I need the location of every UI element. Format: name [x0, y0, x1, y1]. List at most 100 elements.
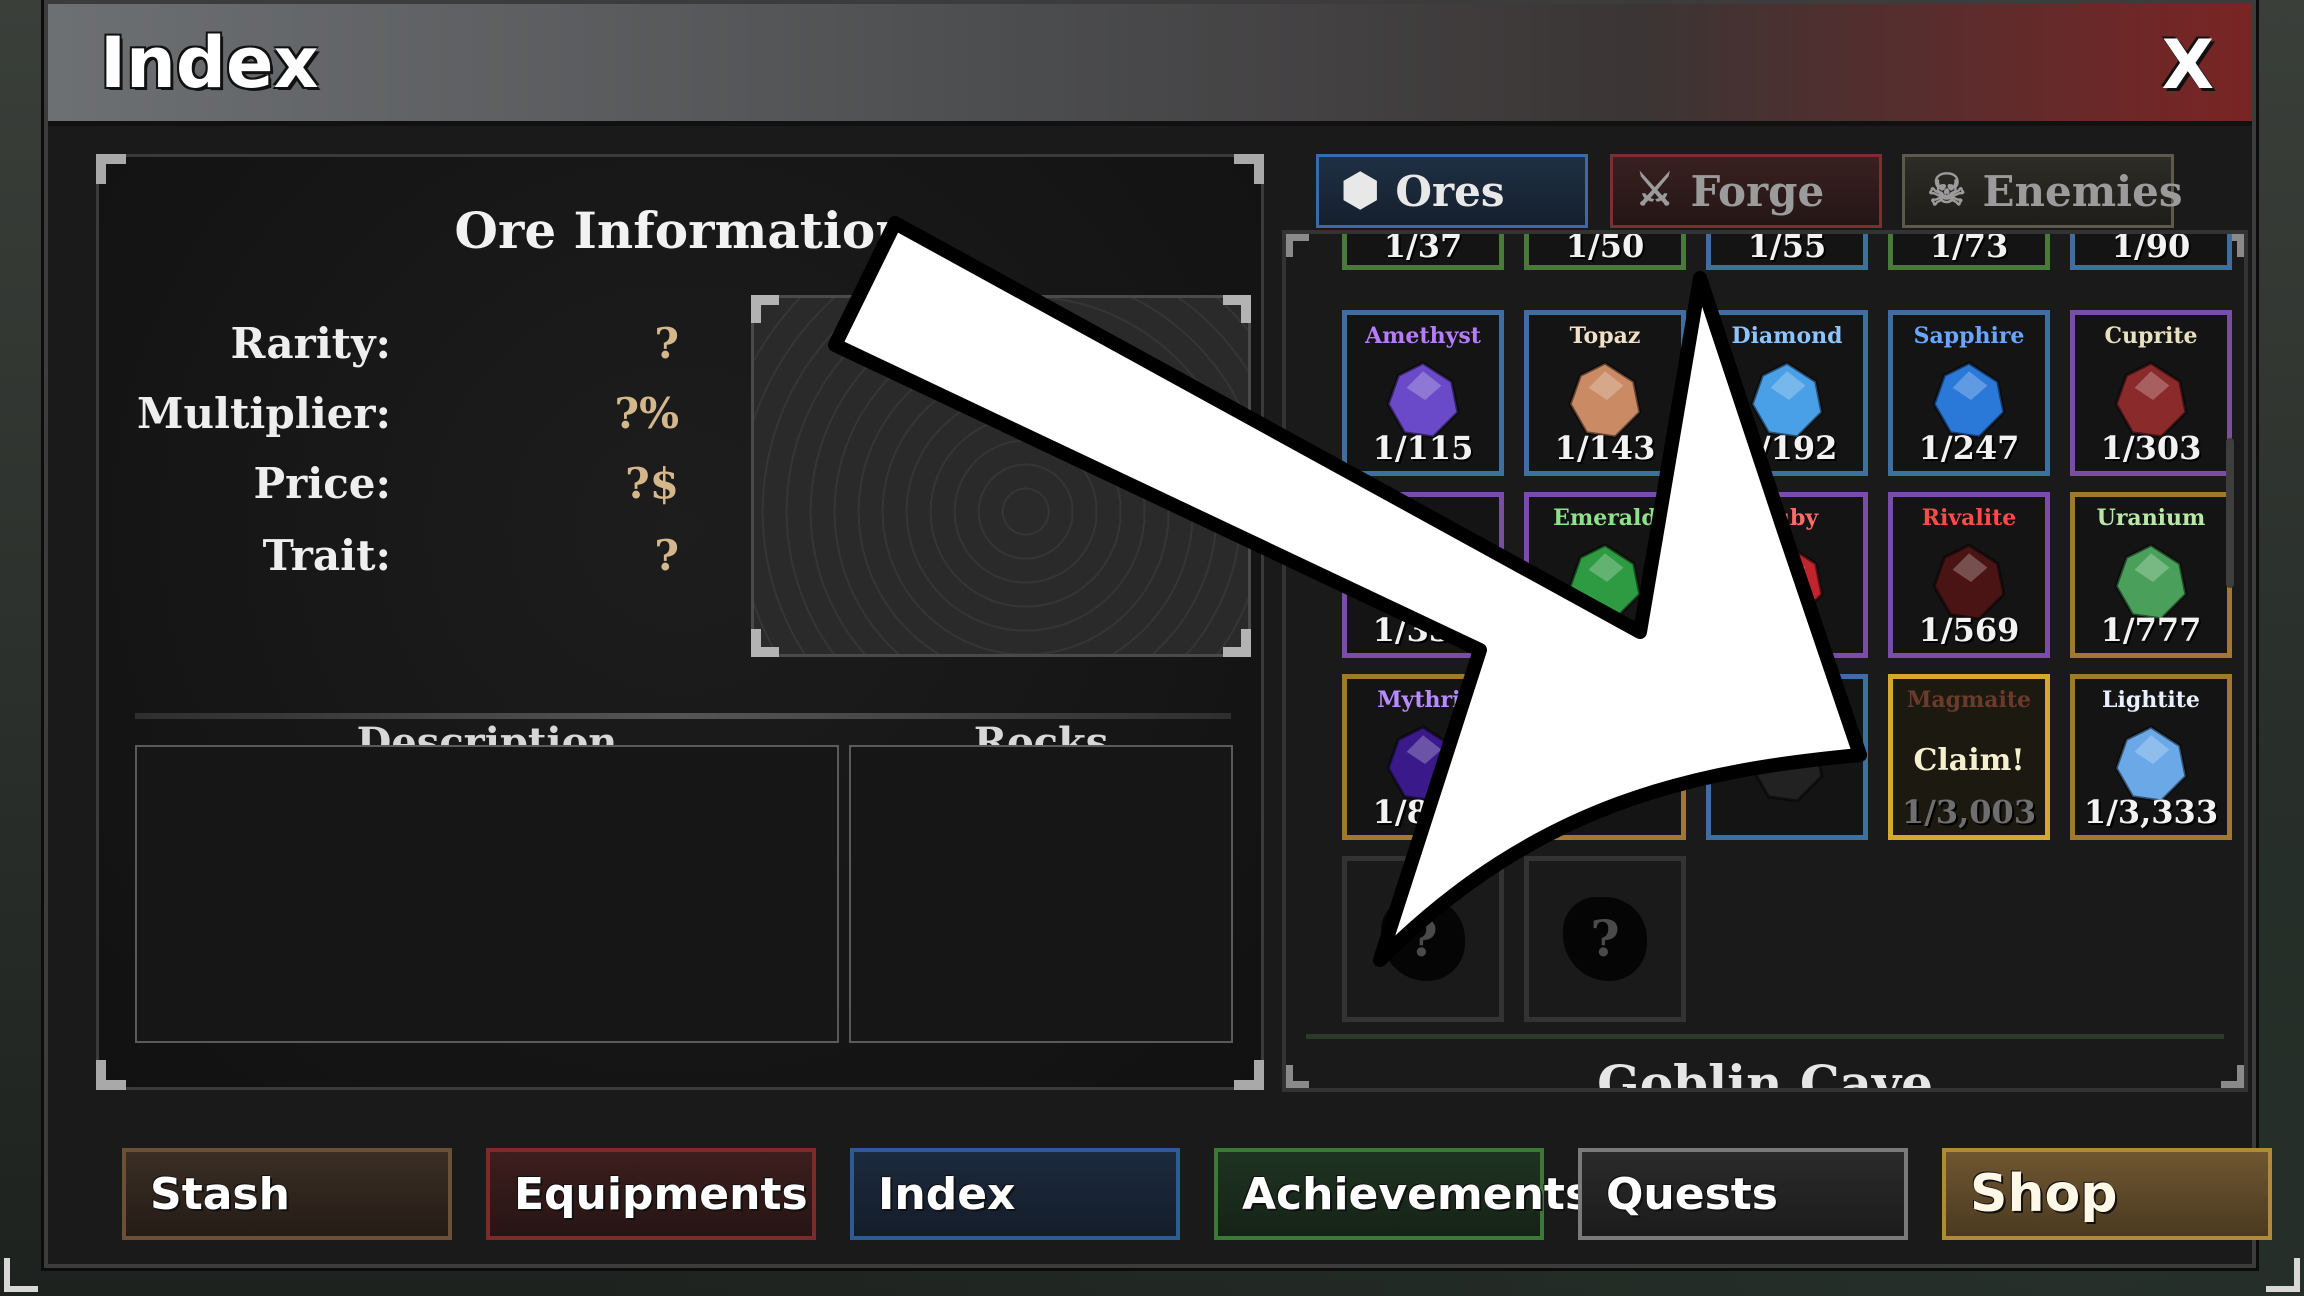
ore-gem-icon	[1568, 543, 1642, 621]
index-button[interactable]: Index	[850, 1148, 1180, 1240]
panel-corner	[96, 1060, 126, 1090]
tab-ores-label: Ores	[1395, 166, 1505, 216]
panel-corner	[1234, 1060, 1264, 1090]
equipments-button[interactable]: Equipments	[486, 1148, 816, 1240]
ore-preview	[751, 295, 1251, 657]
ore-cell[interactable]: Uranium 1/777	[2070, 492, 2232, 658]
ore-name: Eye	[1583, 687, 1627, 713]
ore-cell[interactable]: Mythril 1/813	[1342, 674, 1504, 840]
ore-icon: ⬢	[1341, 165, 1380, 216]
ore-name: Diamond	[1731, 323, 1843, 349]
stash-button[interactable]: Stash	[122, 1148, 452, 1240]
unknown-ore-icon: ?	[1563, 897, 1647, 981]
tab-enemies-label: Enemies	[1982, 166, 2183, 216]
ore-cell[interactable]: Magmaite Claim! 1/3,003	[1888, 674, 2050, 840]
ore-odds: 1/192	[1736, 429, 1838, 467]
ore-odds: 1/90	[2111, 230, 2191, 265]
preview-corner	[751, 629, 779, 657]
tab-forge[interactable]: ⚔ Forge	[1610, 154, 1882, 228]
ore-cell[interactable]: 1/333	[1342, 492, 1504, 658]
preview-corner	[751, 295, 779, 323]
rocks-box	[849, 745, 1233, 1043]
tab-enemies[interactable]: ☠ Enemies	[1902, 154, 2183, 228]
ore-cell[interactable]: Diamond 1/192	[1706, 310, 1868, 476]
ore-odds: 1/50	[1565, 230, 1645, 265]
ore-odds: 1/303	[2100, 429, 2202, 467]
tab-forge-label: Forge	[1690, 166, 1825, 216]
shop-button[interactable]: Shop	[1942, 1148, 2272, 1240]
ore-name: Cuprite	[2104, 323, 2198, 349]
panel-corner	[1286, 234, 1309, 257]
ore-name: Uranium	[2096, 505, 2206, 531]
panel-corner	[1234, 154, 1264, 184]
sword-icon: ⚔	[1635, 165, 1675, 216]
price-value: ?$	[625, 459, 679, 508]
ore-odds: 1/37	[1383, 230, 1463, 265]
ore-cell[interactable]: Emerald	[1524, 492, 1686, 658]
scrollbar[interactable]	[2226, 438, 2234, 588]
ore-odds: 1/3,333	[2083, 793, 2219, 831]
ore-odds: 1/247	[1918, 429, 2020, 467]
description-box	[135, 745, 839, 1043]
ore-name: Topaz	[1569, 323, 1641, 349]
ore-grid-panel: 1/37 1/50 1/55 1/73 1/90 Amethyst 1/115 Topaz 1/…	[1282, 230, 2248, 1092]
ore-cell-partial[interactable]: 1/55	[1706, 230, 1868, 270]
ore-gem-icon	[1568, 725, 1642, 803]
ore-name: Mythril	[1377, 687, 1469, 713]
screen-corner	[4, 1258, 38, 1292]
preview-corner	[1223, 629, 1251, 657]
unknown-ore-icon: ?	[1381, 897, 1465, 981]
ore-cell[interactable]	[1706, 674, 1868, 840]
ore-odds: 1/777	[2100, 611, 2202, 649]
panel-corner	[2221, 1065, 2244, 1088]
ore-name: Rivalite	[1921, 505, 2017, 531]
ore-cell-partial[interactable]: 1/50	[1524, 230, 1686, 270]
ore-cell[interactable]: Rivalite 1/569	[1888, 492, 2050, 658]
ore-gem-icon	[1750, 543, 1824, 621]
ore-cell[interactable]: Eye	[1524, 674, 1686, 840]
title-bar: Index X	[48, 4, 2252, 126]
ore-cell[interactable]: Topaz 1/143	[1524, 310, 1686, 476]
panel-corner	[96, 154, 126, 184]
ore-name: Ruby	[1755, 505, 1819, 531]
ore-cell[interactable]: Amethyst 1/115	[1342, 310, 1504, 476]
ore-name: Lightite	[2102, 687, 2200, 713]
locked-ore-cell[interactable]: ?	[1524, 856, 1686, 1022]
quests-button[interactable]: Quests	[1578, 1148, 1908, 1240]
preview-corner	[1223, 295, 1251, 323]
trait-label: Trait:	[262, 531, 391, 580]
multiplier-label: Multiplier:	[137, 389, 391, 438]
window-title: Index	[100, 22, 319, 104]
rarity-value: ?	[654, 319, 679, 368]
ore-name: Emerald	[1553, 505, 1657, 531]
ore-odds: 1/115	[1372, 429, 1474, 467]
ore-cell-partial[interactable]: 1/37	[1342, 230, 1504, 270]
locked-ore-cell[interactable]: ?	[1342, 856, 1504, 1022]
ore-information-panel: Ore Information Rarity: ? Multiplier: ?%…	[96, 154, 1264, 1090]
ore-odds: 1/55	[1747, 230, 1827, 265]
ore-odds: 1/73	[1929, 230, 2009, 265]
ore-cell[interactable]: Lightite 1/3,333	[2070, 674, 2232, 840]
ore-name: Magmaite	[1906, 687, 2032, 713]
ore-odds: 1/143	[1554, 429, 1656, 467]
trait-value: ?	[654, 531, 679, 580]
achievements-button[interactable]: Achievements	[1214, 1148, 1591, 1240]
ore-name: Sapphire	[1913, 323, 2025, 349]
ore-odds: 1/333	[1372, 611, 1474, 649]
close-button[interactable]: X	[2162, 26, 2214, 105]
ore-cell[interactable]: Cuprite 1/303	[2070, 310, 2232, 476]
ore-odds: 1/813	[1372, 793, 1474, 831]
rarity-label: Rarity:	[230, 319, 391, 368]
ore-cell[interactable]: Ruby	[1706, 492, 1868, 658]
ore-cell[interactable]: Sapphire 1/247	[1888, 310, 2050, 476]
ore-gem-icon	[1750, 725, 1824, 803]
ore-cell-partial[interactable]: 1/90	[2070, 230, 2232, 270]
ore-odds: 1/3,003	[1901, 793, 2037, 831]
goblin-cave-heading: Goblin Cave	[1306, 1034, 2224, 1088]
claim-label[interactable]: Claim!	[1893, 743, 2045, 778]
price-label: Price:	[253, 459, 391, 508]
tab-ores[interactable]: ⬢ Ores	[1316, 154, 1588, 228]
index-window: Index X Ore Information Rarity: ? Multip…	[44, 0, 2272, 1268]
screen-corner	[2266, 1258, 2300, 1292]
ore-cell-partial[interactable]: 1/73	[1888, 230, 2050, 270]
